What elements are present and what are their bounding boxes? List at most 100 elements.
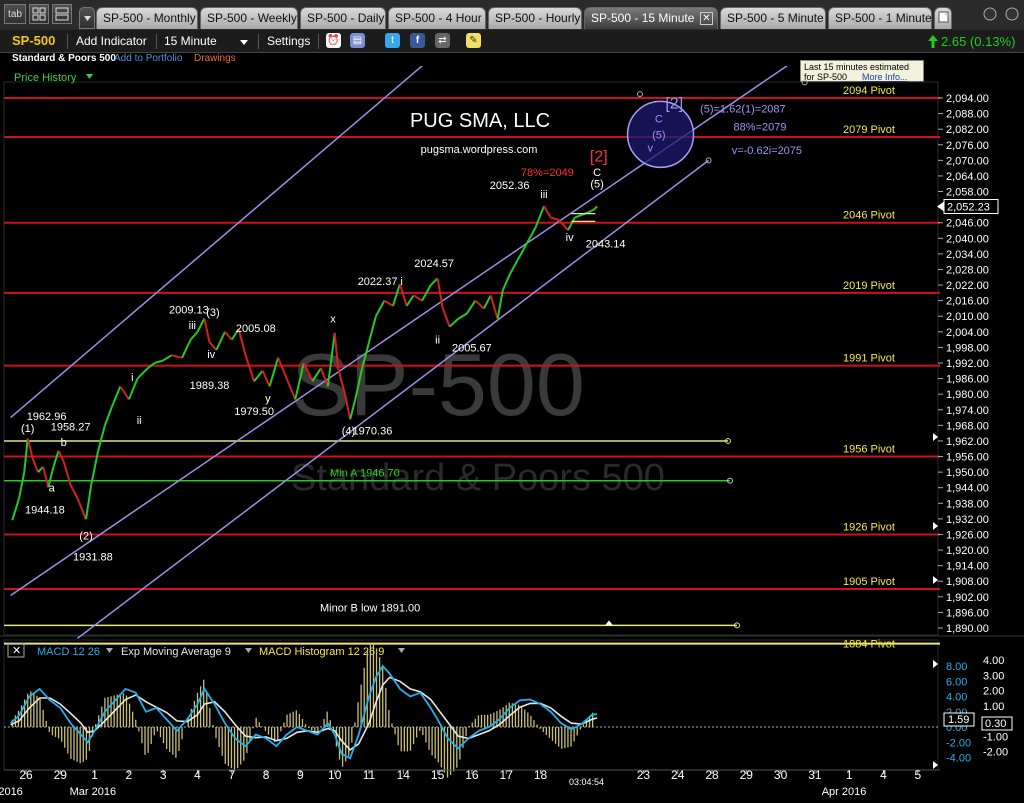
- close-tab-icon[interactable]: ✕: [700, 12, 713, 25]
- minor-b-label: Minor B low 1891.00: [320, 602, 420, 614]
- price-segment: [162, 354, 173, 362]
- x-axis-tick-label: 24: [671, 768, 685, 782]
- price-segment: [62, 461, 72, 486]
- y-axis-tick-label: 1,938.00: [946, 498, 989, 510]
- axis-marker: [933, 761, 938, 769]
- tab-1-minute[interactable]: SP-500 - 1 Minute: [828, 7, 932, 29]
- y-axis-tick-label: 2,010.00: [946, 311, 989, 323]
- x-axis-tick-label: 30: [774, 768, 788, 782]
- macd-axis-label: -2.00: [946, 737, 971, 749]
- add-to-portfolio-link[interactable]: Add to Portfolio: [114, 53, 182, 64]
- tab-menu-button[interactable]: tab: [4, 4, 26, 24]
- y-axis-tick-label: 1,980.00: [946, 389, 989, 401]
- price-segment: [224, 331, 233, 341]
- wave-label: 2043.14: [586, 238, 626, 250]
- y-axis-tick-label: 1,968.00: [946, 420, 989, 432]
- symbol-label: SP-500: [12, 33, 56, 48]
- chart-area[interactable]: Price HistorySP-500Standard & Poors 500P…: [0, 66, 1024, 803]
- docs-icon[interactable]: ▤: [350, 33, 365, 48]
- price-segment: [181, 339, 192, 359]
- tab-hourly[interactable]: SP-500 - Hourly: [488, 7, 582, 29]
- wave-label: iv: [207, 349, 215, 361]
- wave-label: (1): [21, 423, 34, 435]
- wave-label: ii: [137, 415, 142, 427]
- pivot-label: 1956 Pivot: [843, 444, 895, 456]
- x-axis-month-label: Apr 2016: [822, 786, 867, 798]
- wave-label: v=-0.62i=2075: [732, 145, 802, 157]
- note-icon[interactable]: ✎: [466, 33, 481, 48]
- window-icons: [983, 7, 1019, 21]
- y-axis-tick-label: 1,956.00: [946, 452, 989, 464]
- pivot-label: 2019 Pivot: [843, 280, 895, 292]
- chevron-down-icon: [83, 16, 91, 21]
- price-segment: [31, 458, 39, 473]
- y-axis-tick-label: 1,914.00: [946, 561, 989, 573]
- pivot-label: 1926 Pivot: [843, 521, 895, 533]
- price-segment: [457, 312, 468, 320]
- wave-label: 1979.50: [234, 406, 274, 418]
- wave-label: 2052.36: [490, 180, 530, 192]
- macd-value-label: 1.59: [948, 714, 969, 726]
- tab-15-minute[interactable]: SP-500 - 15 Minute ✕: [584, 7, 718, 29]
- wave-label: i: [400, 276, 402, 288]
- toolbar-divider: [67, 34, 68, 49]
- price-segment: [103, 406, 113, 426]
- histogram-axis-label: 4.00: [983, 655, 1004, 667]
- wave-label: (5)=1.62(1)=2087: [700, 103, 786, 115]
- twitter-icon[interactable]: t: [385, 33, 400, 48]
- tab-monthly[interactable]: SP-500 - Monthly: [96, 7, 198, 29]
- split-view-button[interactable]: [52, 4, 72, 24]
- tab-weekly[interactable]: SP-500 - Weekly: [200, 7, 298, 29]
- add-indicator-button[interactable]: Add Indicator: [76, 34, 147, 48]
- x-axis-tick-label: 29: [54, 768, 68, 782]
- interval-select[interactable]: 15 Minute: [164, 34, 217, 48]
- pivot-label: 1884 Pivot: [843, 639, 895, 651]
- wave-label: [2]: [590, 149, 608, 166]
- grid-icon: [32, 7, 46, 21]
- new-tab-button[interactable]: [934, 7, 952, 29]
- tab-4-hour[interactable]: SP-500 - 4 Hour: [388, 7, 486, 29]
- x-axis-tick-label: 11: [363, 768, 376, 782]
- wave-label: 2024.57: [414, 258, 454, 270]
- y-axis-tick-label: 1,950.00: [946, 467, 989, 479]
- x-axis-tick-label: 8: [263, 768, 270, 782]
- symbol-name: Standard & Poors 500: [12, 53, 116, 64]
- channel-anchor-point: [636, 91, 643, 98]
- x-axis-tick-label: 2: [126, 768, 133, 782]
- alarm-clock-icon[interactable]: ⏰: [326, 33, 341, 48]
- y-axis-tick-label: 2,094.00: [946, 93, 989, 105]
- y-axis-tick-label: 1,920.00: [946, 545, 989, 557]
- share-icon[interactable]: ⇄: [435, 33, 450, 48]
- price-change: 2.65 (0.13%): [941, 34, 1016, 49]
- channel-anchor-point: [705, 157, 712, 164]
- toolbar-divider: [156, 34, 157, 49]
- y-axis-tick-label: 1,926.00: [946, 529, 989, 541]
- tab-5-minute[interactable]: SP-500 - 5 Minute: [720, 7, 826, 29]
- y-axis-tick-label: 1,932.00: [946, 514, 989, 526]
- y-axis-tick-label: 2,040.00: [946, 233, 989, 245]
- settings-button[interactable]: Settings: [267, 34, 310, 48]
- wave-label: C: [655, 114, 663, 126]
- y-axis-tick-label: 1,992.00: [946, 358, 989, 370]
- y-axis-tick-label: 2,070.00: [946, 155, 989, 167]
- price-segment: [119, 385, 130, 400]
- price-segment: [23, 438, 29, 473]
- drawings-link[interactable]: Drawings: [194, 53, 236, 64]
- x-axis-tick-label: 14: [397, 768, 411, 782]
- chevron-down-icon: [398, 648, 405, 653]
- watermark: SP-500: [291, 335, 585, 434]
- wave-label: 1970.36: [353, 425, 393, 437]
- facebook-icon[interactable]: f: [410, 33, 425, 48]
- x-axis-tick-label: 23: [637, 768, 651, 782]
- grid-view-button[interactable]: [29, 4, 49, 24]
- histogram-axis-label: 1.00: [983, 701, 1004, 713]
- tab-daily[interactable]: SP-500 - Daily: [300, 7, 386, 29]
- y-axis-tick-label: 1,998.00: [946, 342, 989, 354]
- wave-label: (5): [652, 129, 665, 141]
- wave-label: 1989.38: [190, 380, 230, 392]
- wave-label: (5): [590, 179, 603, 191]
- chevron-down-icon[interactable]: [239, 39, 249, 47]
- price-segment: [18, 471, 26, 499]
- price-segment: [413, 294, 423, 302]
- tab-dropdown-button[interactable]: [79, 7, 95, 29]
